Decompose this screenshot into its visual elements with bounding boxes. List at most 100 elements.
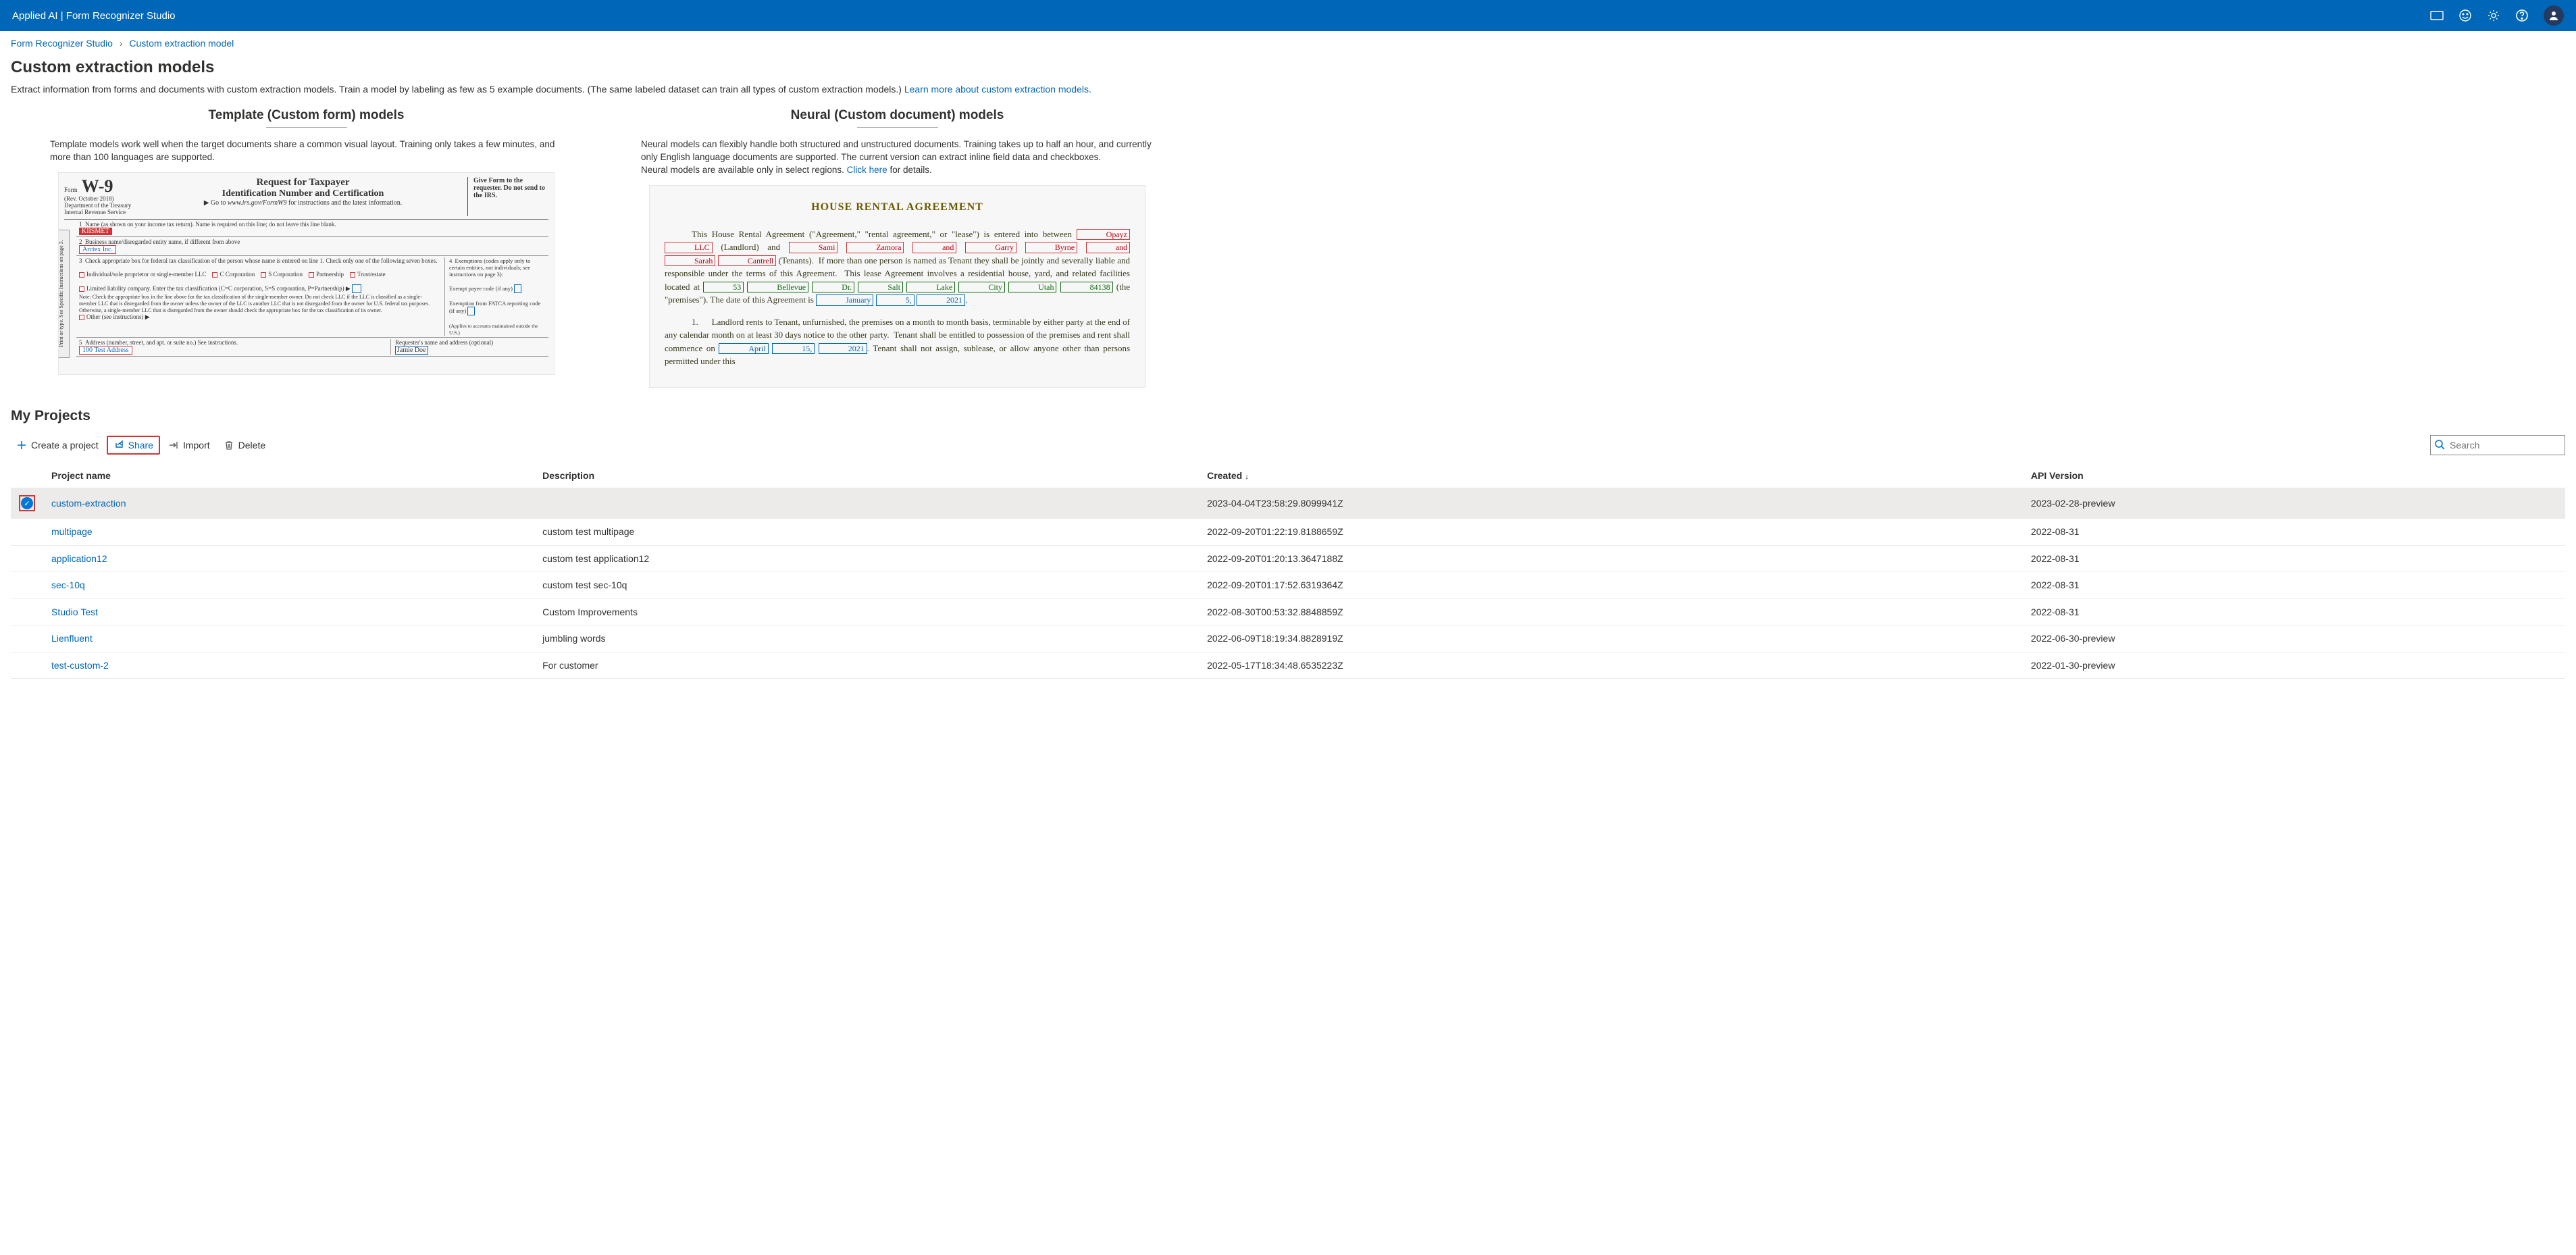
help-icon[interactable] bbox=[2515, 9, 2529, 22]
plus-icon bbox=[16, 440, 27, 451]
breadcrumb-root[interactable]: Form Recognizer Studio bbox=[11, 38, 113, 49]
top-bar: Applied AI | Form Recognizer Studio bbox=[0, 0, 2576, 31]
neural-model-desc: Neural models can flexibly handle both s… bbox=[641, 138, 1154, 177]
template-model-desc: Template models work well when the targe… bbox=[50, 138, 563, 164]
row-select-cell[interactable]: ✓ bbox=[11, 519, 43, 546]
project-desc-cell: custom test application12 bbox=[534, 545, 1199, 572]
row-select-cell[interactable]: ✓ bbox=[11, 545, 43, 572]
neural-model-column: Neural (Custom document) models Neural m… bbox=[622, 108, 1173, 388]
col-description[interactable]: Description bbox=[534, 463, 1199, 488]
projects-toolbar: Create a project Share Import Delete bbox=[11, 432, 2565, 463]
page-intro: Extract information from forms and docum… bbox=[11, 84, 2565, 95]
project-created-cell: 2023-04-04T23:58:29.8099941Z bbox=[1199, 488, 2023, 519]
row-select-cell[interactable]: ✓ bbox=[11, 598, 43, 625]
project-api-cell: 2022-08-31 bbox=[2023, 519, 2565, 546]
project-desc-cell bbox=[534, 488, 1199, 519]
project-desc-cell: jumbling words bbox=[534, 625, 1199, 652]
breadcrumb-current[interactable]: Custom extraction model bbox=[129, 38, 234, 49]
project-link[interactable]: test-custom-2 bbox=[51, 660, 109, 671]
project-name-cell: application12 bbox=[43, 545, 534, 572]
my-projects-section: My Projects Create a project Share Impor… bbox=[11, 408, 2565, 680]
project-name-cell: test-custom-2 bbox=[43, 652, 534, 679]
neural-model-title: Neural (Custom document) models bbox=[622, 108, 1173, 130]
share-button[interactable]: Share bbox=[107, 436, 160, 455]
delete-label: Delete bbox=[238, 440, 265, 451]
search-container bbox=[2430, 435, 2565, 455]
row-select-cell[interactable]: ✓ bbox=[11, 572, 43, 599]
search-icon bbox=[2434, 439, 2445, 450]
topbar-actions bbox=[2430, 5, 2564, 26]
template-model-title: Template (Custom form) models bbox=[31, 108, 582, 130]
project-api-cell: 2022-08-31 bbox=[2023, 545, 2565, 572]
project-desc-cell: custom test sec-10q bbox=[534, 572, 1199, 599]
project-name-cell: sec-10q bbox=[43, 572, 534, 599]
page-title: Custom extraction models bbox=[11, 58, 2565, 77]
chevron-right-icon: › bbox=[120, 38, 123, 49]
breadcrumb: Form Recognizer Studio › Custom extracti… bbox=[0, 31, 2576, 54]
template-model-column: Template (Custom form) models Template m… bbox=[31, 108, 582, 388]
table-row[interactable]: ✓ sec-10q custom test sec-10q2022-09-20T01… bbox=[11, 572, 2565, 599]
project-created-cell: 2022-06-09T18:19:34.8828919Z bbox=[1199, 625, 2023, 652]
project-created-cell: 2022-05-17T18:34:48.6535223Z bbox=[1199, 652, 2023, 679]
project-name-cell: Lienfluent bbox=[43, 625, 534, 652]
project-api-cell: 2022-01-30-preview bbox=[2023, 652, 2565, 679]
project-desc-cell: Custom Improvements bbox=[534, 598, 1199, 625]
projects-table: Project name Description Created↓ API Ve… bbox=[11, 463, 2565, 680]
col-project-name[interactable]: Project name bbox=[43, 463, 534, 488]
learn-more-link[interactable]: Learn more about custom extraction model… bbox=[904, 84, 1089, 95]
table-row[interactable]: ✓ custom-extraction 2023-04-04T23:58:29.80… bbox=[11, 488, 2565, 519]
check-icon: ✓ bbox=[21, 497, 33, 509]
project-link[interactable]: custom-extraction bbox=[51, 498, 126, 509]
project-link[interactable]: Lienfluent bbox=[51, 633, 93, 644]
share-label: Share bbox=[128, 440, 153, 451]
project-created-cell: 2022-09-20T01:17:52.6319364Z bbox=[1199, 572, 2023, 599]
table-row[interactable]: ✓ test-custom-2 For customer2022-05-17T18:… bbox=[11, 652, 2565, 679]
delete-icon bbox=[224, 440, 234, 451]
project-name-cell: Studio Test bbox=[43, 598, 534, 625]
table-row[interactable]: ✓ multipage custom test multipage2022-09-2… bbox=[11, 519, 2565, 546]
project-link[interactable]: application12 bbox=[51, 553, 107, 564]
project-api-cell: 2022-08-31 bbox=[2023, 598, 2565, 625]
table-row[interactable]: ✓Studio TestCustom Improvements2022-08-3… bbox=[11, 598, 2565, 625]
row-select-cell[interactable]: ✓ bbox=[11, 625, 43, 652]
user-avatar[interactable] bbox=[2544, 5, 2564, 26]
smiley-icon[interactable] bbox=[2458, 9, 2472, 22]
import-label: Import bbox=[183, 440, 210, 451]
project-created-cell: 2022-08-30T00:53:32.8848859Z bbox=[1199, 598, 2023, 625]
feedback-icon[interactable] bbox=[2430, 9, 2444, 22]
col-created[interactable]: Created↓ bbox=[1199, 463, 2023, 488]
share-icon bbox=[113, 440, 124, 451]
neural-model-preview: HOUSE RENTAL AGREEMENT This House Rental… bbox=[649, 185, 1145, 388]
project-name-cell: custom-extraction bbox=[43, 488, 534, 519]
sort-down-icon: ↓ bbox=[1245, 473, 1249, 481]
project-api-cell: 2022-08-31 bbox=[2023, 572, 2565, 599]
gear-icon[interactable] bbox=[2487, 9, 2500, 22]
project-api-cell: 2023-02-28-preview bbox=[2023, 488, 2565, 519]
project-api-cell: 2022-06-30-preview bbox=[2023, 625, 2565, 652]
project-link[interactable]: sec-10q bbox=[51, 580, 85, 590]
model-types: Template (Custom form) models Template m… bbox=[31, 108, 2565, 388]
table-row[interactable]: ✓ Lienfluent jumbling words2022-06-09T18:1… bbox=[11, 625, 2565, 652]
col-select[interactable] bbox=[11, 463, 43, 488]
table-row[interactable]: ✓application12custom test application122… bbox=[11, 545, 2565, 572]
project-link[interactable]: multipage bbox=[51, 526, 93, 537]
col-api-version[interactable]: API Version bbox=[2023, 463, 2565, 488]
project-link[interactable]: Studio Test bbox=[51, 607, 98, 617]
import-icon bbox=[168, 440, 179, 451]
project-desc-cell: For customer bbox=[534, 652, 1199, 679]
row-select-cell[interactable]: ✓ bbox=[11, 652, 43, 679]
import-button[interactable]: Import bbox=[163, 437, 215, 453]
my-projects-heading: My Projects bbox=[11, 408, 2565, 424]
project-desc-cell: custom test multipage bbox=[534, 519, 1199, 546]
row-select-cell[interactable]: ✓ bbox=[11, 488, 43, 519]
create-project-button[interactable]: Create a project bbox=[11, 437, 104, 453]
neural-click-here-link[interactable]: Click here bbox=[847, 165, 887, 175]
create-project-label: Create a project bbox=[31, 440, 99, 451]
template-model-preview: Print or type. See Specific Instructions… bbox=[58, 172, 555, 375]
search-input[interactable] bbox=[2430, 435, 2565, 455]
project-created-cell: 2022-09-20T01:22:19.8188659Z bbox=[1199, 519, 2023, 546]
delete-button[interactable]: Delete bbox=[218, 437, 271, 453]
intro-text: Extract information from forms and docum… bbox=[11, 84, 904, 95]
project-name-cell: multipage bbox=[43, 519, 534, 546]
project-created-cell: 2022-09-20T01:20:13.3647188Z bbox=[1199, 545, 2023, 572]
